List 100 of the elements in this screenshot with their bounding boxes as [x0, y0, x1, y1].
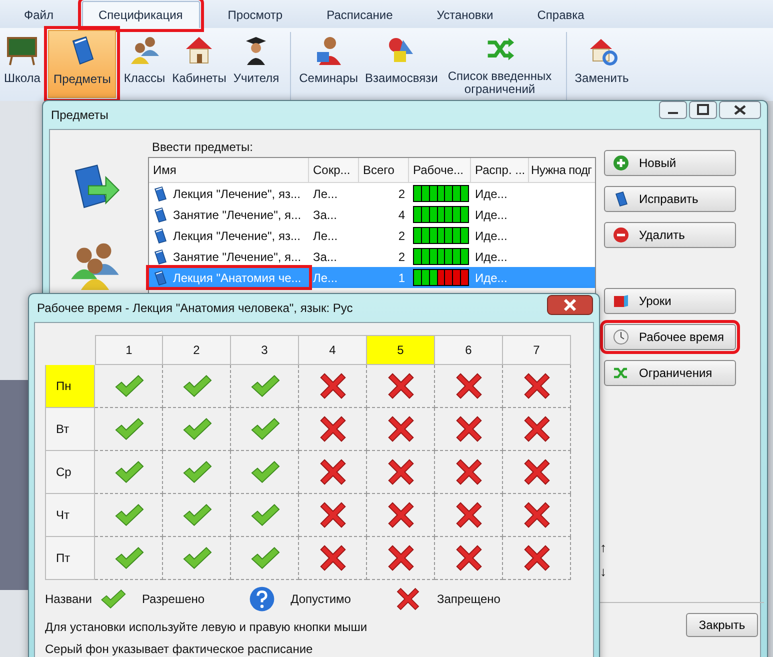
table-row[interactable]: Занятие "Лечение", я... За... 2 Иде...	[149, 246, 595, 267]
cross-icon[interactable]	[454, 457, 484, 487]
work-time-bar	[413, 269, 469, 286]
period-header[interactable]: 7	[503, 335, 571, 365]
chalkboard-icon	[6, 34, 38, 66]
table-cell-text: За...	[312, 250, 338, 264]
book-icon	[613, 191, 629, 207]
people-icon	[128, 34, 160, 66]
hint-text: Для установки используйте левую и правую кнопки мыши	[45, 620, 368, 634]
column-header[interactable]: Распр. ...	[471, 158, 529, 182]
column-header[interactable]: Нужна подг	[529, 158, 593, 182]
cross-icon[interactable]	[522, 543, 552, 573]
table-cell-text: Иде...	[474, 228, 508, 242]
cross-icon[interactable]	[386, 414, 416, 444]
cross-icon[interactable]	[454, 371, 484, 401]
table-cell-text: 2	[397, 186, 406, 200]
cross-icon[interactable]	[386, 371, 416, 401]
table-cell-text: Ле...	[312, 270, 339, 284]
legend-label: Запрещено	[436, 592, 500, 606]
day-header[interactable]: Пт	[45, 537, 95, 580]
period-header[interactable]: 1	[95, 335, 163, 365]
close-button[interactable]: Закрыть	[686, 613, 758, 637]
day-header[interactable]: Вт	[45, 408, 95, 451]
maximize-button[interactable]	[689, 101, 717, 119]
close-button[interactable]	[547, 295, 593, 315]
move-arrow[interactable]: ↑	[600, 540, 754, 556]
column-header[interactable]: Имя	[149, 158, 309, 182]
ribbon-button[interactable]: Заменить	[572, 30, 631, 98]
subject-name: Лекция "Лечение", яз...	[173, 228, 300, 242]
action-button[interactable]: Уроки	[604, 288, 736, 314]
subject-name: Занятие "Лечение", я...	[173, 208, 302, 222]
ribbon-button[interactable]: Школа	[2, 30, 42, 98]
cube-icon	[613, 293, 629, 309]
subject-name: Лекция "Анатомия че...	[173, 270, 302, 284]
action-button[interactable]: Исправить	[604, 186, 736, 212]
day-header[interactable]: Ср	[45, 451, 95, 494]
period-header[interactable]: 6	[435, 335, 503, 365]
table-cell-text: Иде...	[474, 208, 508, 222]
ribbon-button[interactable]: Классы	[122, 30, 168, 98]
table-cell-text: Ле...	[312, 228, 339, 242]
ribbon-button[interactable]: Взаимосвязи	[363, 30, 440, 98]
table-row[interactable]: Лекция "Лечение", яз... Ле... 2 Иде...	[149, 225, 595, 246]
close-button[interactable]	[719, 101, 761, 119]
table-cell-text: 1	[397, 270, 406, 284]
period-header[interactable]: 3	[231, 335, 299, 365]
action-button[interactable]: Ограничения	[604, 360, 736, 386]
menu-tab[interactable]: Установки	[420, 2, 510, 28]
menu-tab[interactable]: Просмотр	[212, 2, 299, 28]
action-button[interactable]: Удалить	[604, 222, 736, 248]
cross-icon[interactable]	[386, 457, 416, 487]
cross-icon[interactable]	[386, 543, 416, 573]
column-header[interactable]: Сокр...	[309, 158, 359, 182]
day-header[interactable]: Чт	[45, 494, 95, 537]
cross-icon[interactable]	[318, 371, 348, 401]
menu-tab[interactable]: Справка	[521, 2, 600, 28]
cross-icon[interactable]	[522, 414, 552, 444]
subject-name: Занятие "Лечение", я...	[173, 250, 302, 264]
table-cell-text: 2	[397, 228, 406, 242]
cross-icon[interactable]	[318, 543, 348, 573]
cross-icon[interactable]	[318, 500, 348, 530]
minimize-button[interactable]	[659, 101, 687, 119]
menu-tab[interactable]: Файл	[8, 2, 70, 28]
action-button[interactable]: Новый	[604, 150, 736, 176]
cross-icon[interactable]	[454, 543, 484, 573]
column-header[interactable]: Всего	[359, 158, 409, 182]
menu-tab[interactable]: Расписание	[310, 2, 409, 28]
cross-icon[interactable]	[386, 500, 416, 530]
book-icon	[153, 248, 167, 264]
cross-icon[interactable]	[318, 414, 348, 444]
period-header[interactable]: 5	[367, 335, 435, 365]
column-header[interactable]: Рабоче...	[409, 158, 471, 182]
table-row[interactable]: Лекция "Лечение", яз... Ле... 2 Иде...	[149, 183, 595, 204]
work-time-bar	[413, 206, 469, 223]
cross-icon[interactable]	[522, 457, 552, 487]
table-row[interactable]: Занятие "Лечение", я... За... 4 Иде...	[149, 204, 595, 225]
cross-icon[interactable]	[454, 414, 484, 444]
window-title: Предметы	[51, 108, 108, 122]
shuffle-icon	[613, 365, 629, 381]
move-arrow[interactable]: ↓	[600, 564, 754, 580]
table-cell-text: Иде...	[474, 186, 508, 200]
clock-icon	[613, 329, 629, 345]
cross-icon[interactable]	[522, 500, 552, 530]
hint-text: Серый фон указывает фактическое расписание	[45, 642, 314, 656]
cross-icon[interactable]	[454, 500, 484, 530]
period-header[interactable]: 2	[163, 335, 231, 365]
book-icon	[153, 270, 167, 286]
ribbon-button[interactable]: Список введенных ограничений	[442, 30, 557, 98]
book-icon	[153, 206, 167, 222]
cross-icon[interactable]	[522, 371, 552, 401]
ribbon-button[interactable]: Учителя	[231, 30, 282, 98]
dialog-title: Рабочее время - Лекция "Анатомия человека", язык: Рус	[37, 301, 353, 315]
book-icon	[153, 186, 167, 202]
period-header[interactable]: 4	[299, 335, 367, 365]
ribbon-button[interactable]: Кабинеты	[170, 30, 228, 98]
cross-icon[interactable]	[318, 457, 348, 487]
table-label: Ввести предметы:	[152, 140, 254, 154]
book-icon	[153, 228, 167, 244]
ribbon-button[interactable]: Семинары	[297, 30, 360, 98]
day-header[interactable]: Пн	[45, 365, 95, 408]
subject-name: Лекция "Лечение", яз...	[173, 186, 300, 200]
